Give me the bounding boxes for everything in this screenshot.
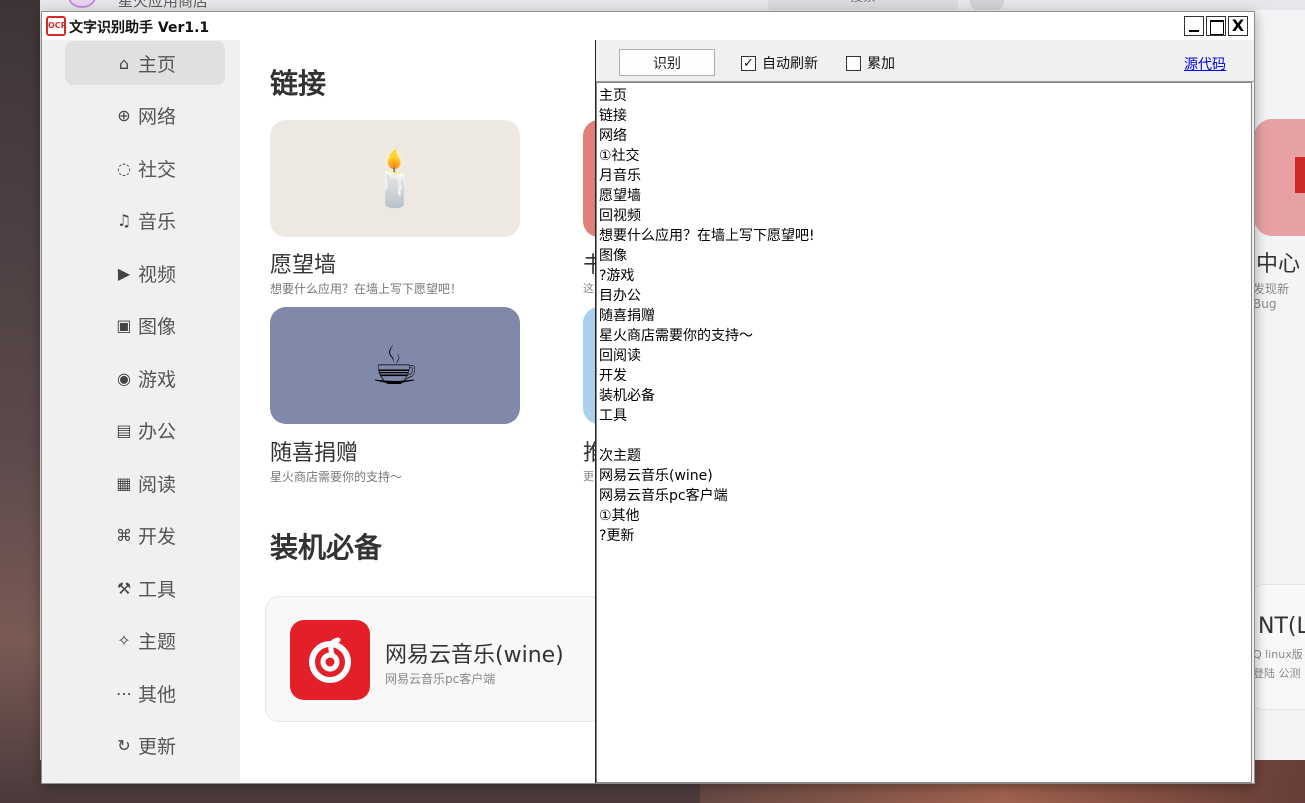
peek-card-title-2: 推 [583,441,595,466]
sidebar-item-label: 游戏 [137,368,176,391]
background-card-image [1254,119,1305,236]
store-title: 星火应用商店 [118,0,209,10]
document-icon: ▤ [116,421,132,440]
background-card-title: 中心 [1256,252,1301,277]
sidebar-item-2[interactable]: ◌ 社交 [65,146,225,190]
sidebar-item-10[interactable]: ⚒ 工具 [65,566,225,610]
sidebar-item-label: 图像 [137,316,176,338]
sidebar-item-6[interactable]: ◉ 游戏 [65,356,225,400]
app-name: 网易云音乐(wine) [385,643,564,668]
coffee-icon: ☕ [370,334,420,397]
sidebar-item-label: 其他 [137,683,176,706]
accumulate-label: 累加 [867,56,895,72]
window-title: 文字识别助手 Ver1.1 [69,20,210,36]
accumulate-checkbox[interactable]: 累加 [846,53,895,73]
peek-card-desc-1: 这 [583,282,594,295]
background-app-desc-2: 登陆 公测 [1253,667,1301,680]
auto-refresh-check-box[interactable]: ✓ [741,55,756,71]
sidebar-item-13[interactable]: ↻ 更新 [65,724,225,768]
background-app-title: NT(L [1258,614,1305,639]
recognize-button[interactable]: 识别 [619,49,715,76]
sidebar-item-8[interactable]: ▦ 阅读 [65,461,225,505]
refresh-icon: ↻ [117,736,131,755]
sidebar-item-label: 社交 [137,158,176,181]
netease-music-icon [290,620,370,700]
ocr-panel: 识别 ✓ 自动刷新 累加 源代码 主页 链接 网络 ①社交 月音乐 愿望墙 回视… [595,40,1254,783]
background-card-desc: 发现新Bug [1253,282,1290,311]
window-titlebar[interactable]: OCR 文字识别助手 Ver1.1 X [42,12,1254,40]
wand-icon: ✧ [117,631,131,650]
sidebar-item-label: 开发 [137,526,176,548]
source-code-link[interactable]: 源代码 [1184,54,1226,74]
candle-icon: 🕯️ [361,146,429,210]
sidebar-item-1[interactable]: ⊕ 网络 [65,94,225,138]
book-icon: ▦ [116,473,132,493]
chat-icon: ◌ [117,158,131,178]
peek-card-title-1: 书 [583,253,595,278]
sidebar-item-7[interactable]: ▤ 办公 [65,409,225,453]
sidebar-item-5[interactable]: ▣ 图像 [65,304,225,348]
sidebar-item-label: 更新 [137,736,176,758]
peek-card-image-1[interactable] [583,120,595,237]
video-icon: ▶ [117,263,131,283]
section-title-essentials: 装机必备 [270,531,383,564]
code-icon: ⌘ [115,526,132,545]
peek-card-image-2[interactable] [583,307,595,424]
wish-wall-card-image[interactable]: 🕯️ [270,120,520,237]
background-app-desc: Q linux版 [1253,648,1303,661]
app-card-netease[interactable]: 网易云音乐(wine) 网易云音乐pc客户端 [265,596,595,722]
auto-refresh-label: 自动刷新 [762,56,818,72]
sidebar-item-label: 主题 [137,631,176,653]
sidebar-item-label: 阅读 [137,473,176,496]
maximize-button[interactable] [1206,16,1226,36]
store-top-button[interactable] [970,0,1004,10]
sidebar-item-3[interactable]: ♫ 音乐 [65,199,225,243]
app-desc: 网易云音乐pc客户端 [385,672,496,686]
section-title-links: 链接 [270,67,327,100]
sidebar-item-label: 主页 [137,53,176,76]
sidebar-item-label: 工具 [137,578,176,601]
donate-desc: 星火商店需要你的支持～ [270,470,403,484]
more-icon: ⋯ [115,683,132,703]
toolbox-icon: ⚒ [116,578,132,598]
ocr-app-icon: OCR [46,16,67,36]
peek-card-desc-2: 更 [583,470,594,483]
close-button[interactable]: X [1228,16,1248,36]
minimize-button[interactable] [1184,16,1204,36]
captured-screen-area: ⌂ 主页 ⊕ 网络 ◌ 社交 ♫ 音乐 ▶ 视频 ▣ 图像 ◉ 游戏 ▤ 办公 ▦ 阅读 ⌘ 开发 ⚒ 工具 ✧ 主题 ⋯ 其他 ↻… [50,40,595,783]
gamepad-icon: ◉ [117,368,131,388]
music-icon: ♫ [116,211,132,230]
store-search-input[interactable]: 搜索 [768,0,958,10]
image-icon: ▣ [116,316,132,335]
sidebar-item-label: 视频 [137,263,176,286]
auto-refresh-checkbox[interactable]: ✓ 自动刷新 [741,53,818,73]
sidebar-item-9[interactable]: ⌘ 开发 [65,514,225,558]
wish-wall-desc: 想要什么应用？在墙上写下愿望吧！ [270,282,463,296]
sidebar-item-4[interactable]: ▶ 视频 [65,251,225,295]
sidebar-item-12[interactable]: ⋯ 其他 [65,671,225,715]
sidebar-item-label: 音乐 [137,211,176,233]
donate-title[interactable]: 随喜捐赠 [270,435,358,467]
accumulate-check-box[interactable] [846,55,861,71]
globe-icon: ⊕ [117,106,131,125]
sidebar-item-0[interactable]: ⌂ 主页 [65,41,225,85]
ocr-result-textarea[interactable]: 主页 链接 网络 ①社交 月音乐 愿望墙 回视频 想要什么应用？在墙上写下愿望吧… [596,82,1252,783]
ocr-window: OCR 文字识别助手 Ver1.1 X ⌂ 主页 ⊕ 网络 ◌ 社交 ♫ 音乐 ▶ 视频 ▣ 图像 ◉ 游… [41,11,1255,784]
store-sidebar: ⌂ 主页 ⊕ 网络 ◌ 社交 ♫ 音乐 ▶ 视频 ▣ 图像 ◉ 游戏 ▤ 办公 ▦ 阅读 ⌘ 开发 ⚒ 工具 ✧ 主题 ⋯ 其他 ↻… [50,40,240,783]
donate-card-image[interactable]: ☕ [270,307,520,424]
sidebar-item-label: 办公 [137,421,176,443]
wish-wall-title[interactable]: 愿望墙 [270,247,336,279]
sidebar-item-11[interactable]: ✧ 主题 [65,619,225,663]
home-icon: ⌂ [118,53,130,73]
ocr-toolbar: 识别 ✓ 自动刷新 累加 源代码 [596,40,1254,82]
sidebar-item-label: 网络 [137,106,176,128]
